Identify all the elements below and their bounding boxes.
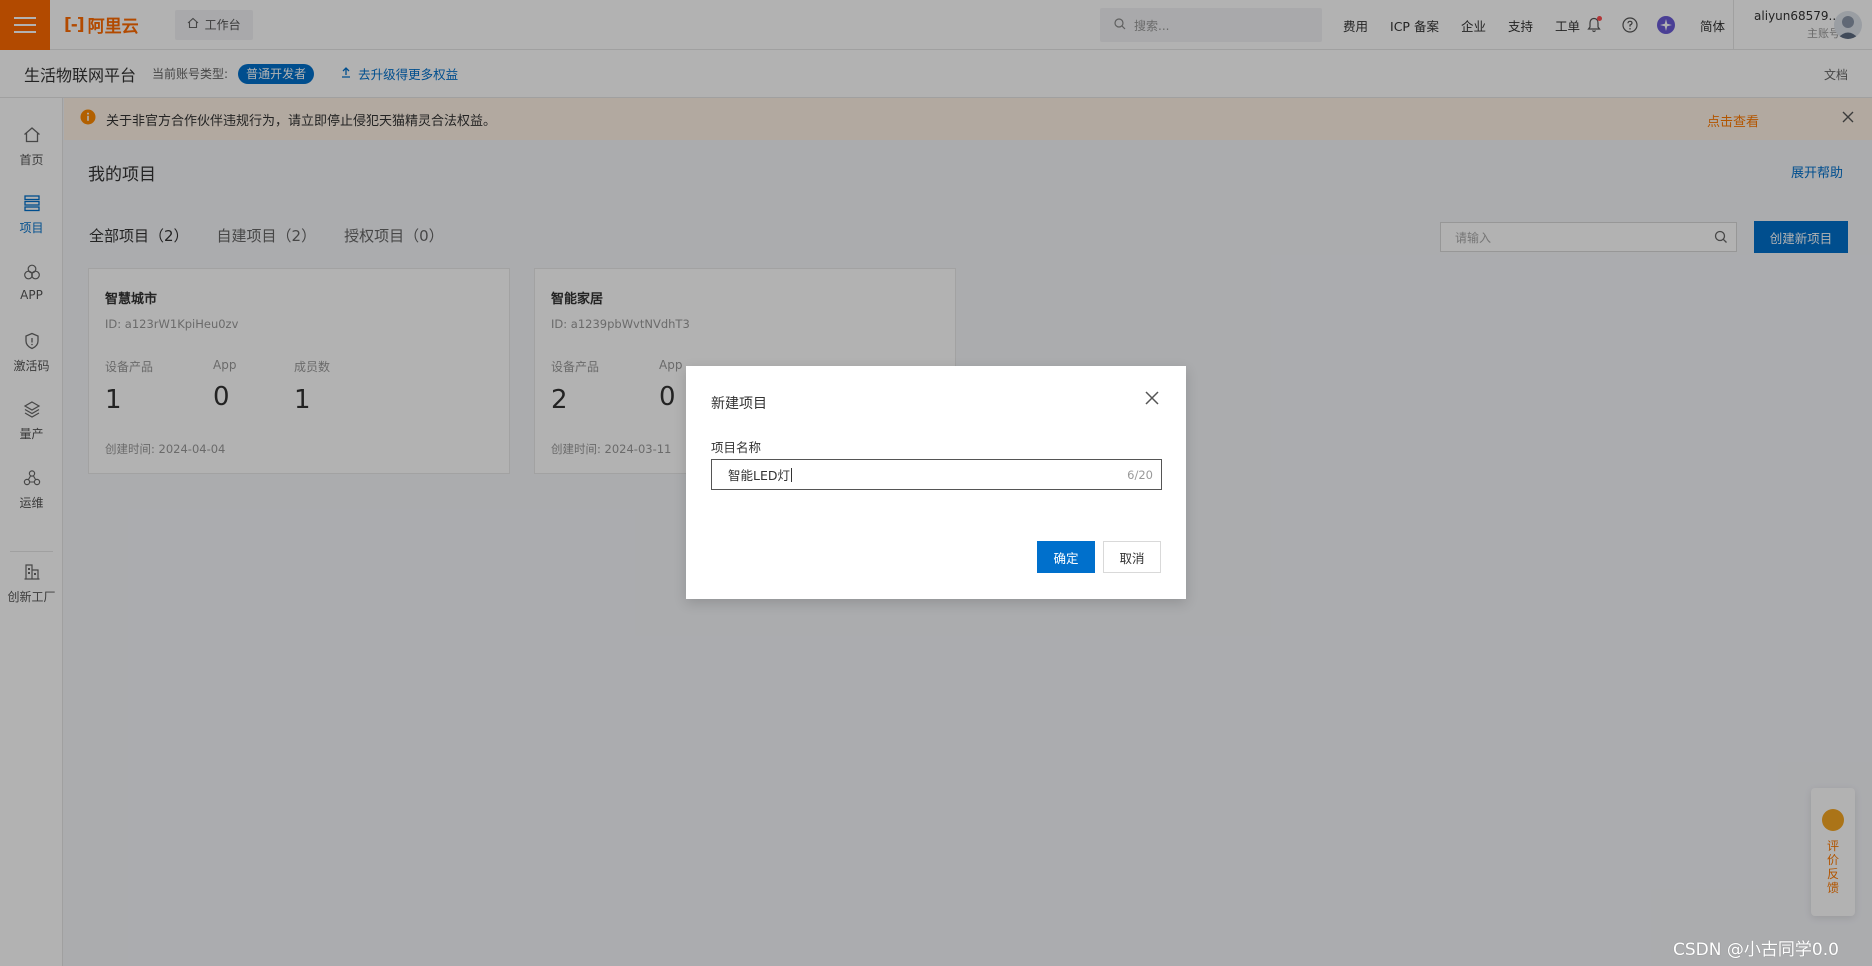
confirm-button[interactable]: 确定 bbox=[1037, 541, 1095, 573]
dialog-title: 新建项目 bbox=[711, 396, 767, 412]
project-name-value: 智能LED灯 bbox=[728, 468, 790, 483]
close-icon[interactable] bbox=[1144, 390, 1160, 409]
watermark: CSDN @小古同学0.0 bbox=[1673, 940, 1839, 960]
cancel-button[interactable]: 取消 bbox=[1103, 541, 1161, 573]
project-name-input[interactable]: 智能LED灯 6/20 bbox=[711, 459, 1162, 490]
text-caret bbox=[791, 467, 792, 482]
new-project-dialog: 新建项目 项目名称 智能LED灯 6/20 确定 取消 bbox=[686, 366, 1186, 599]
char-counter: 6/20 bbox=[1127, 468, 1153, 482]
project-name-label: 项目名称 bbox=[711, 440, 762, 455]
